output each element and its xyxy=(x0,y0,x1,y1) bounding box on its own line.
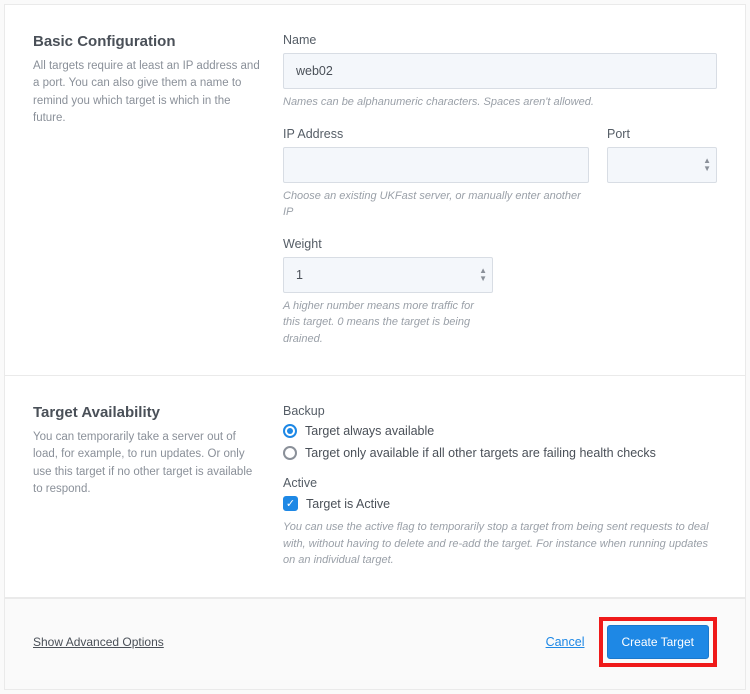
basic-config-section: Basic Configuration All targets require … xyxy=(5,5,745,376)
name-field: Name Names can be alphanumeric character… xyxy=(283,33,717,111)
backup-option-always-label: Target always available xyxy=(305,424,434,438)
port-input[interactable] xyxy=(607,147,717,183)
weight-helper: A higher number means more traffic for t… xyxy=(283,298,493,348)
create-target-button[interactable]: Create Target xyxy=(607,625,710,659)
name-label: Name xyxy=(283,33,717,47)
basic-config-heading: Basic Configuration xyxy=(33,33,263,50)
weight-label: Weight xyxy=(283,237,717,251)
backup-option-failover[interactable]: Target only available if all other targe… xyxy=(283,446,717,460)
backup-field: Backup Target always available Target on… xyxy=(283,404,717,460)
active-label: Active xyxy=(283,476,717,490)
weight-field: Weight ▲▼ A higher number means more tra… xyxy=(283,237,717,348)
ip-port-row: IP Address Choose an existing UKFast ser… xyxy=(283,127,717,237)
backup-option-always[interactable]: Target always available xyxy=(283,424,717,438)
radio-checked-icon xyxy=(283,424,297,438)
checkbox-checked-icon: ✓ xyxy=(283,496,298,511)
backup-option-failover-label: Target only available if all other targe… xyxy=(305,446,656,460)
weight-spinner-icon[interactable]: ▲▼ xyxy=(479,267,487,283)
availability-section: Target Availability You can temporarily … xyxy=(5,376,745,598)
footer: Show Advanced Options Cancel Create Targ… xyxy=(5,598,745,689)
basic-config-description: All targets require at least an IP addre… xyxy=(33,58,263,127)
port-spinner-icon[interactable]: ▲▼ xyxy=(703,157,711,173)
port-field: Port ▲▼ xyxy=(607,127,717,237)
availability-heading: Target Availability xyxy=(33,404,263,421)
availability-form: Backup Target always available Target on… xyxy=(283,404,717,569)
name-input[interactable] xyxy=(283,53,717,89)
active-checkbox-row[interactable]: ✓ Target is Active xyxy=(283,496,717,511)
backup-label: Backup xyxy=(283,404,717,418)
ip-label: IP Address xyxy=(283,127,589,141)
create-target-panel: Basic Configuration All targets require … xyxy=(4,4,746,690)
active-helper: You can use the active flag to temporari… xyxy=(283,519,717,569)
weight-input[interactable] xyxy=(283,257,493,293)
active-checkbox-label: Target is Active xyxy=(306,497,390,511)
footer-actions: Cancel Create Target xyxy=(546,617,717,667)
radio-unchecked-icon xyxy=(283,446,297,460)
basic-config-form: Name Names can be alphanumeric character… xyxy=(283,33,717,347)
cancel-button[interactable]: Cancel xyxy=(546,635,585,649)
ip-helper: Choose an existing UKFast server, or man… xyxy=(283,188,589,221)
basic-config-sidebar: Basic Configuration All targets require … xyxy=(33,33,263,347)
ip-input[interactable] xyxy=(283,147,589,183)
show-advanced-link[interactable]: Show Advanced Options xyxy=(33,635,164,649)
availability-sidebar: Target Availability You can temporarily … xyxy=(33,404,263,569)
name-helper: Names can be alphanumeric characters. Sp… xyxy=(283,94,717,111)
active-field: Active ✓ Target is Active You can use th… xyxy=(283,476,717,569)
availability-description: You can temporarily take a server out of… xyxy=(33,429,263,498)
ip-field: IP Address Choose an existing UKFast ser… xyxy=(283,127,589,221)
create-target-highlight: Create Target xyxy=(599,617,718,667)
port-label: Port xyxy=(607,127,717,141)
